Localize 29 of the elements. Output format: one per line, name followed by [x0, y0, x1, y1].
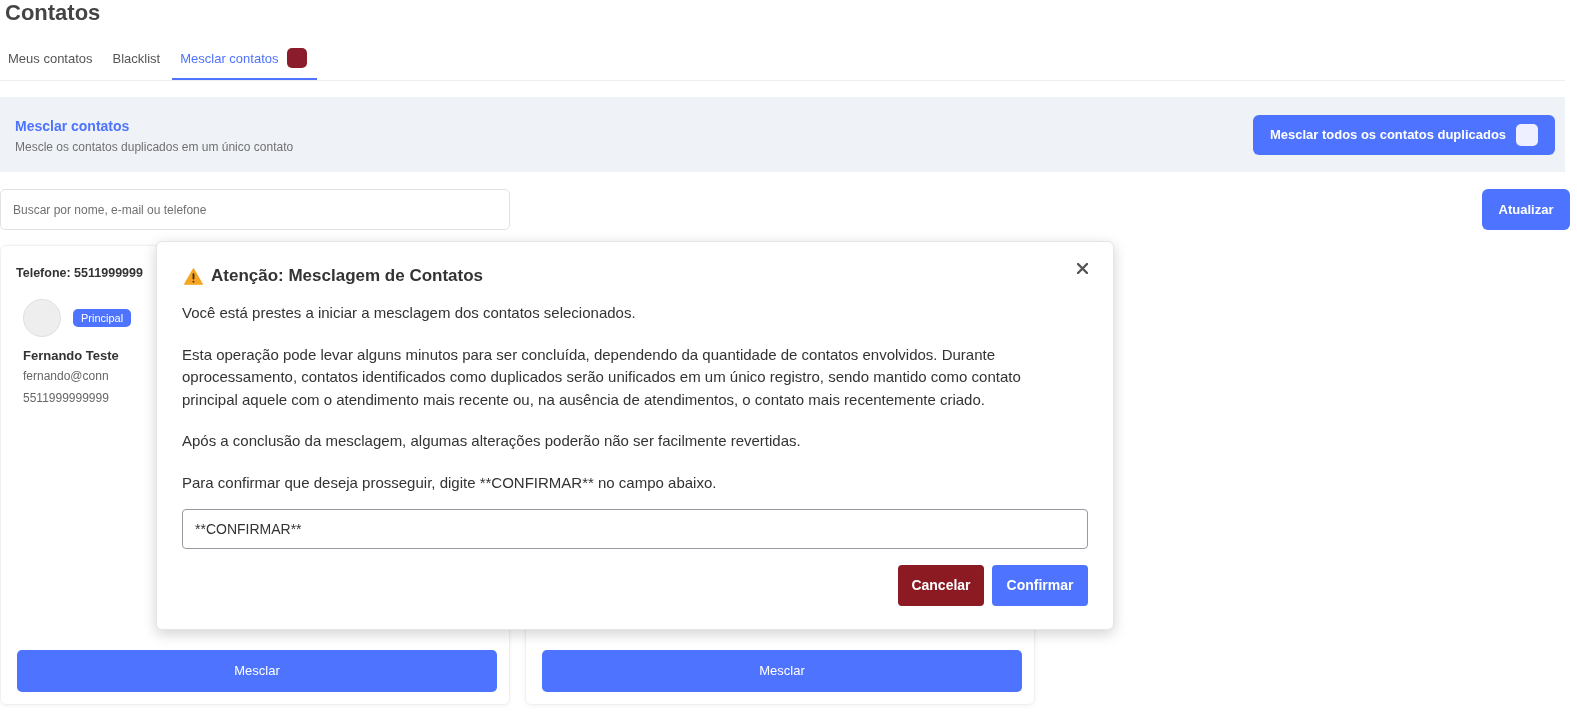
page-title: Contatos — [4, 0, 101, 26]
dialog-paragraph: Você está prestes a iniciar a mesclagem dos contatos selecionados. — [182, 303, 637, 323]
contact-phone: 5511999999999 — [23, 390, 109, 407]
dialog-paragraph: Para confirmar que deseja prosseguir, digite **CONFIRMAR** no campo abaixo. — [182, 472, 718, 493]
merge-button[interactable]: Mesclar — [17, 650, 497, 692]
search-field[interactable]: Buscar por nome, e-mail ou telefone — [0, 189, 510, 230]
tab[interactable]: Meus contatos — [0, 40, 101, 80]
avatar-icon — [23, 299, 61, 337]
merge-all-button[interactable]: Mesclar todos os contatos duplicados — [1253, 115, 1555, 155]
banner-subtitle: Mescle os contatos duplicados em um único contato — [15, 139, 294, 155]
tab[interactable]: Blacklist — [104, 40, 169, 80]
warning-icon — [184, 267, 203, 285]
merge-button[interactable]: Mesclar — [542, 650, 1022, 692]
cancel-button[interactable]: Cancelar — [898, 565, 984, 606]
dialog-paragraph: Após a conclusão da mesclagem, algumas alterações poderão não ser facilmente revertidas. — [182, 431, 802, 451]
tab[interactable]: Mesclar contatos — [172, 40, 317, 80]
close-icon — [1076, 262, 1088, 274]
refresh-button[interactable]: Atualizar — [1482, 189, 1570, 230]
contact-tag: Principal — [73, 309, 132, 327]
dialog-title: Atenção: Mesclagem de Contatos — [211, 265, 484, 287]
dialog-paragraph: Esta operação pode levar alguns minutos para ser concluída, dependendo da quantidade de contatos envolvidos. Durante oprocessamento, contatos identificados como duplicados serão unificados em um único registro, sendo mantido como contato principal aquele com o atendimento mais recente ou, na ausência de atendimentos, o contato mais recentemente criado. — [182, 344, 1022, 410]
banner-title: Mesclar contatos — [15, 117, 130, 136]
contact-name: Fernando Teste — [23, 347, 119, 365]
confirm-input-field[interactable]: **CONFIRMAR** — [182, 509, 1088, 549]
group-header: Telefone: 5511999999 — [16, 265, 143, 282]
confirm-button[interactable]: Confirmar — [992, 565, 1088, 606]
contact-email: fernando@conn — [23, 368, 109, 385]
badge-icon — [1516, 124, 1539, 146]
close-button[interactable] — [1074, 260, 1090, 276]
